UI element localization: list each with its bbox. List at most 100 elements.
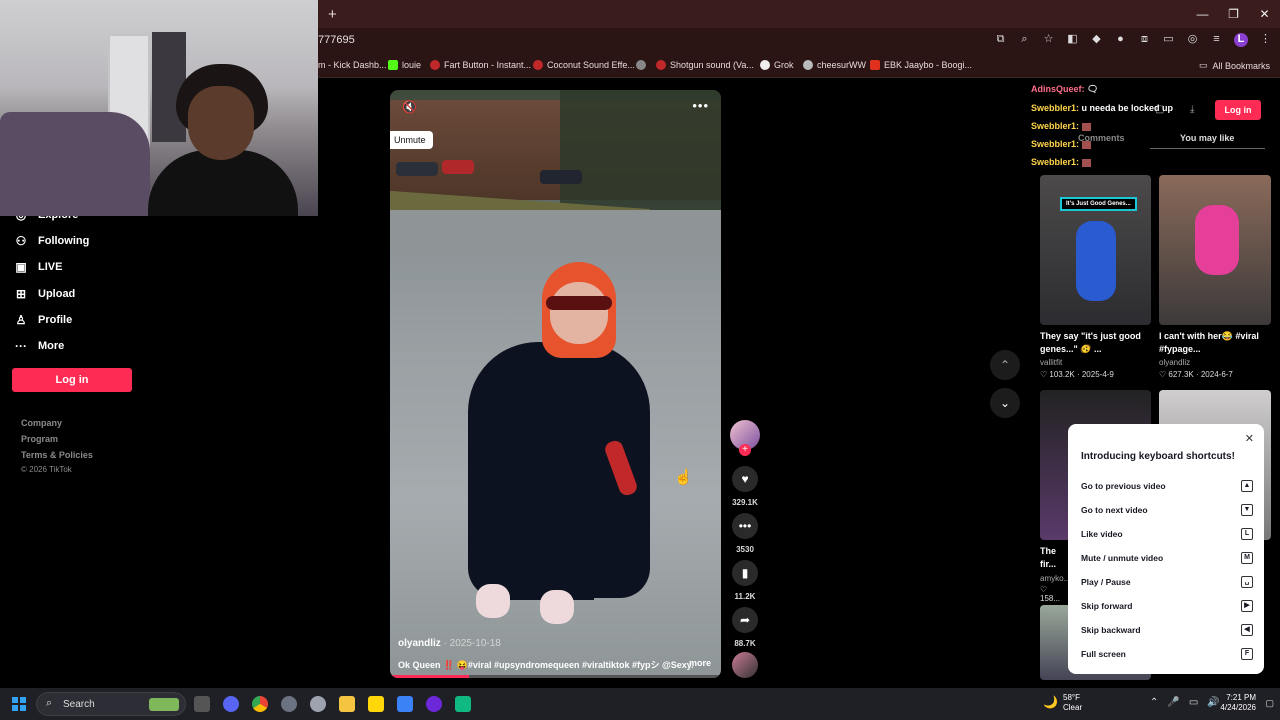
next-video-button[interactable]: ⌄	[990, 388, 1020, 418]
card-title[interactable]: They say "it's just good genes..." 🫨 ...	[1040, 330, 1155, 356]
sticky-notes-icon[interactable]	[368, 696, 384, 712]
streamer-face	[188, 86, 254, 160]
cast-icon[interactable]: ⧉	[994, 33, 1007, 46]
footer-link-terms[interactable]: Terms & Policies	[21, 450, 93, 460]
follow-plus-icon[interactable]: +	[739, 444, 751, 456]
site-icon	[870, 60, 880, 70]
display-icon[interactable]: ▭	[1189, 697, 1198, 708]
footer-link-program[interactable]: Program	[21, 434, 58, 444]
nav-following[interactable]: ⚇ Following	[14, 234, 90, 248]
caption-more-button[interactable]: more	[689, 658, 711, 668]
menu-icon[interactable]: ⋮	[1259, 33, 1272, 46]
minimize-button[interactable]: —	[1187, 0, 1218, 28]
close-window-button[interactable]: ✕	[1249, 0, 1280, 28]
video-progress-bar[interactable]	[390, 675, 721, 678]
extension-icon[interactable]: ◧	[1066, 33, 1079, 46]
tab-search-icon[interactable]: ≡	[1210, 33, 1223, 46]
card-title[interactable]: I can't with her😂 #viral #fypage...	[1159, 330, 1274, 356]
site-icon	[533, 60, 543, 70]
chat-username: Swebbler1:	[1031, 121, 1080, 131]
nav-upload[interactable]: ⊞ Upload	[14, 287, 75, 301]
card-author[interactable]: amyko...	[1040, 574, 1068, 583]
temperature: 58°F	[1063, 693, 1080, 702]
tab-you-may-like[interactable]: You may like	[1180, 133, 1234, 143]
author-name[interactable]: olyandliz	[398, 638, 441, 649]
header-login-button[interactable]: Log in	[1215, 100, 1261, 120]
bookmark-item[interactable]: Coconut Sound Effe...	[533, 60, 635, 70]
bookmark-item[interactable]: Grok	[760, 60, 794, 70]
puzzle-icon[interactable]: ⧈	[1138, 33, 1151, 46]
settings-icon[interactable]	[281, 696, 297, 712]
app-icon[interactable]	[426, 696, 442, 712]
nav-more[interactable]: ··· More	[14, 339, 64, 353]
card-author[interactable]: vallitfit	[1040, 358, 1062, 367]
sidebar-icon[interactable]: ▭	[1162, 33, 1175, 46]
plus-square-icon: ⊞	[15, 287, 27, 301]
address-bar[interactable]: 777695	[318, 34, 355, 46]
extension-icon[interactable]: ◆	[1090, 33, 1103, 46]
more-icon: ···	[15, 339, 27, 353]
notification-icon[interactable]: ▢	[1265, 698, 1274, 709]
chrome-icon[interactable]	[252, 696, 268, 712]
windows-start-icon[interactable]	[12, 697, 26, 711]
extension-icon[interactable]: ●	[1114, 33, 1127, 46]
chat-message: Swebbler1:	[1031, 157, 1173, 167]
site-icon	[430, 60, 440, 70]
card-title[interactable]: The fir... Down	[1040, 545, 1070, 571]
new-tab-button[interactable]: +	[328, 6, 337, 23]
app-icon[interactable]	[455, 696, 471, 712]
webcam-overlay	[0, 0, 318, 216]
login-button[interactable]: Log in	[12, 368, 132, 392]
file-explorer-icon[interactable]	[339, 696, 355, 712]
video-author[interactable]: olyandliz · 2025-10-18	[398, 638, 501, 649]
bookmark-item[interactable]: m - Kick Dashb...	[318, 60, 387, 70]
video-options-icon[interactable]: •••	[692, 98, 709, 113]
bookmark-item[interactable]	[636, 60, 646, 70]
comment-icon[interactable]: •••	[732, 513, 758, 539]
card-author[interactable]: olyandliz	[1159, 358, 1190, 367]
music-disc-icon[interactable]	[732, 652, 758, 678]
video-player[interactable]: 🔇 Unmute ••• olyandliz · 2025-10-18 Ok Q…	[390, 90, 721, 678]
taskbar-search[interactable]: ⌕ Search	[36, 692, 186, 716]
unmute-tooltip: Unmute	[390, 131, 433, 149]
app-icon[interactable]	[397, 696, 413, 712]
muted-speaker-icon[interactable]: 🔇	[402, 100, 417, 114]
logo-pane	[20, 697, 26, 703]
hand-cursor-icon: ☝	[674, 469, 693, 486]
nav-profile[interactable]: ♙ Profile	[14, 313, 73, 327]
bookmark-item[interactable]: louie	[388, 60, 421, 70]
clock[interactable]: 7:21 PM 4/24/2026	[1220, 693, 1256, 713]
grok-icon	[760, 60, 770, 70]
previous-video-button[interactable]: ⌃	[990, 350, 1020, 380]
task-view-icon[interactable]	[194, 696, 210, 712]
heart-icon[interactable]: ♥	[732, 466, 758, 492]
discord-icon[interactable]	[223, 696, 239, 712]
bookmark-item[interactable]: cheesurWW	[803, 60, 866, 70]
all-bookmarks-button[interactable]: ▭ All Bookmarks	[1199, 60, 1270, 71]
post-date: · 2025-10-18	[440, 638, 501, 649]
taskbar: ⌕ Search	[0, 688, 1280, 720]
bookmark-item[interactable]: EBK Jaaybo - Boogi...	[870, 60, 972, 70]
microphone-icon[interactable]: 🎤	[1167, 697, 1179, 708]
star-icon[interactable]: ☆	[1042, 33, 1055, 46]
globe-icon	[636, 60, 646, 70]
bookmark-item[interactable]: Fart Button - Instant...	[430, 60, 531, 70]
weather-widget[interactable]: 58°F Clear	[1063, 693, 1082, 713]
video-card-thumbnail[interactable]	[1159, 175, 1271, 325]
key-left-icon: ◀	[1241, 624, 1253, 636]
chevron-up-icon[interactable]: ⌃	[1150, 697, 1158, 708]
volume-icon[interactable]: 🔊	[1207, 697, 1219, 708]
zoom-icon[interactable]: ⌕	[1018, 33, 1031, 46]
app-icon[interactable]	[310, 696, 326, 712]
download-icon[interactable]: ⤓	[1190, 104, 1194, 115]
profile-avatar[interactable]: L	[1234, 33, 1248, 47]
close-icon[interactable]: ✕	[1245, 432, 1254, 445]
video-card-thumbnail[interactable]: It's Just Good Genes...	[1040, 175, 1151, 325]
footer-link-company[interactable]: Company	[21, 418, 62, 428]
performance-icon[interactable]: ◎	[1186, 33, 1199, 46]
share-icon[interactable]: ➦	[732, 607, 758, 633]
bookmark-item[interactable]: Shotgun sound (Va...	[656, 60, 754, 70]
nav-live[interactable]: ▣ LIVE	[14, 260, 62, 274]
bookmark-icon[interactable]: ▮	[732, 560, 758, 586]
restore-button[interactable]: ❐	[1218, 0, 1249, 28]
